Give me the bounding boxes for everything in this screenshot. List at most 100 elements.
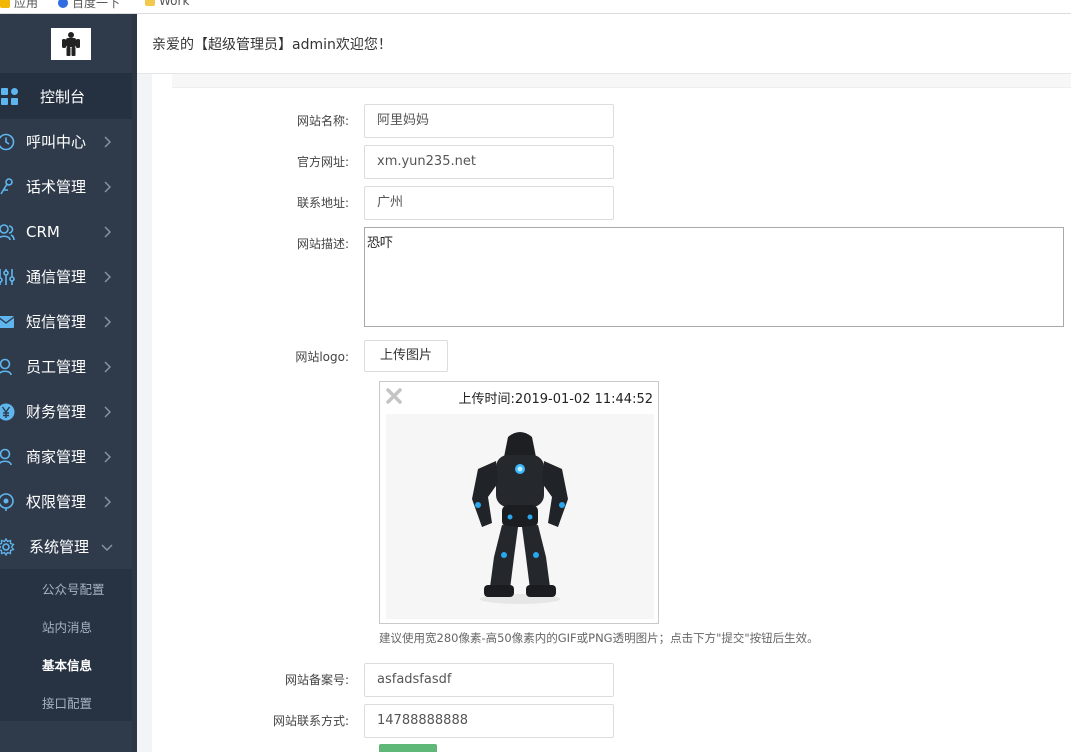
yen-icon (0, 402, 16, 422)
form-row-logo: 网站logo: 上传图片 (152, 340, 449, 374)
clock-icon (0, 132, 16, 152)
sidebar-item-label: 通信管理 (26, 268, 87, 286)
sidebar-item-label: 系统管理 (29, 538, 90, 556)
submenu-item-wechat-config[interactable]: 公众号配置 (0, 569, 137, 607)
site-logo[interactable] (50, 27, 91, 60)
submenu-item-label: 站内消息 (42, 619, 93, 635)
sidebar-item-label: 权限管理 (26, 493, 87, 511)
form-row-contact: 网站联系方式: 14788888888 (152, 704, 614, 738)
sidebar-item-staff[interactable]: 员工管理 (0, 344, 137, 389)
address-label: 联系地址: (296, 196, 349, 210)
sidebar-item-crm[interactable]: CRM (0, 209, 137, 254)
logo-hint-text: 建议使用宽280像素-高50像素内的GIF或PNG透明图片；点击下方"提交"按钮… (379, 631, 819, 645)
sidebar: 控制台 呼叫中心 话术管理 CRM 通信管理 短信管理 员工管理 财务管理 商家… (0, 14, 137, 752)
chevron-right-icon (104, 316, 111, 327)
content-topbar (172, 74, 1071, 88)
bookmark-work[interactable]: Work (145, 0, 189, 8)
apps-icon (0, 0, 10, 8)
sidebar-item-scripts[interactable]: 话术管理 (0, 164, 137, 209)
official-url-label: 官方网址: (296, 155, 349, 169)
robot-image-icon (472, 431, 568, 604)
sidebar-item-dashboard[interactable]: 控制台 (0, 74, 137, 119)
sidebar-item-call-center[interactable]: 呼叫中心 (0, 119, 137, 164)
bookmark-label: 应用 (14, 0, 39, 10)
sidebar-item-label: 话术管理 (26, 178, 87, 196)
upload-image-button[interactable]: 上传图片 (364, 340, 449, 372)
top-header: 亲爱的【超级管理员】admin欢迎您！ (137, 14, 1071, 74)
robot-logo-icon (61, 31, 80, 56)
chevron-right-icon (104, 496, 111, 507)
chevron-right-icon (104, 451, 111, 462)
sidebar-scrollbar[interactable] (132, 14, 137, 752)
sidebar-item-permissions[interactable]: 权限管理 (0, 479, 137, 524)
form-row-site-name: 网站名称: 阿里妈妈 (152, 104, 614, 138)
merchant-icon (0, 447, 16, 467)
contact-label: 网站联系方式: (272, 714, 349, 728)
envelope-icon (0, 312, 16, 332)
logo-label: 网站logo: (295, 350, 349, 364)
logo-preview-image (386, 414, 654, 619)
sidebar-item-label: 员工管理 (26, 358, 87, 376)
chevron-right-icon (104, 226, 111, 237)
official-url-input[interactable]: xm.yun235.net (364, 145, 614, 179)
sidebar-item-label: 商家管理 (26, 448, 87, 466)
submenu-item-basic-info[interactable]: 基本信息 (0, 645, 137, 683)
system-submenu: 公众号配置 站内消息 基本信息 接口配置 (0, 569, 137, 721)
dashboard-icon (0, 87, 20, 107)
site-name-input[interactable]: 阿里妈妈 (364, 104, 614, 138)
submenu-item-api-config[interactable]: 接口配置 (0, 683, 137, 721)
icp-input[interactable]: asfadsfasdf (364, 663, 614, 697)
user-icon (0, 357, 16, 377)
sidebar-nav: 控制台 呼叫中心 话术管理 CRM 通信管理 短信管理 员工管理 财务管理 商家… (0, 74, 137, 569)
logo-area (0, 14, 137, 74)
bookmark-apps[interactable]: 应用 (0, 0, 38, 11)
form-row-official-url: 官方网址: xm.yun235.net (152, 145, 614, 179)
description-textarea[interactable]: 恐吓 (364, 227, 1064, 327)
upload-time: 上传时间:2019-01-02 11:44:52 (458, 392, 653, 407)
chevron-right-icon (104, 136, 111, 147)
submit-button[interactable] (379, 744, 437, 752)
description-label: 网站描述: (296, 237, 349, 251)
sidebar-item-label: 呼叫中心 (26, 133, 87, 151)
welcome-text: 亲爱的【超级管理员】admin欢迎您！ (152, 36, 392, 53)
address-input[interactable]: 广州 (364, 186, 614, 220)
folder-icon (145, 0, 155, 6)
submenu-item-label: 接口配置 (42, 695, 93, 711)
baidu-icon (58, 0, 68, 8)
main-content: 网站名称: 阿里妈妈 官方网址: xm.yun235.net 联系地址: 广州 … (152, 74, 1071, 752)
submenu-item-site-messages[interactable]: 站内消息 (0, 607, 137, 645)
chevron-right-icon (104, 361, 111, 372)
contact-input[interactable]: 14788888888 (364, 704, 614, 738)
bookmark-label: Work (159, 0, 190, 8)
bookmark-baidu[interactable]: 百度一下 (58, 0, 120, 11)
sidebar-item-system[interactable]: 系统管理 (0, 524, 137, 569)
chevron-down-icon (101, 544, 113, 551)
script-icon (0, 177, 16, 197)
gear-icon (0, 537, 16, 557)
sidebar-item-label: 短信管理 (26, 313, 87, 331)
sidebar-item-communication[interactable]: 通信管理 (0, 254, 137, 299)
sidebar-item-sms[interactable]: 短信管理 (0, 299, 137, 344)
chevron-right-icon (104, 271, 111, 282)
bookmarks-bar: 应用 百度一下 Work (0, 0, 1071, 14)
chevron-right-icon (104, 406, 111, 417)
sidebar-item-finance[interactable]: 财务管理 (0, 389, 137, 434)
permission-icon (0, 492, 16, 512)
icp-label: 网站备案号: (284, 673, 349, 687)
submenu-item-label: 基本信息 (42, 657, 93, 673)
close-icon[interactable] (385, 387, 403, 405)
sidebar-item-label: CRM (26, 222, 60, 241)
chevron-right-icon (104, 181, 111, 192)
site-name-label: 网站名称: (296, 114, 349, 128)
bookmark-label: 百度一下 (72, 0, 121, 10)
sidebar-item-label: 控制台 (40, 88, 86, 106)
logo-preview-box: 上传时间:2019-01-02 11:44:52 (379, 381, 659, 624)
users-icon (0, 222, 16, 242)
form-row-description: 网站描述: 恐吓 (152, 227, 1064, 327)
form-row-address: 联系地址: 广州 (152, 186, 614, 220)
sliders-icon (0, 267, 16, 287)
form-row-icp: 网站备案号: asfadsfasdf (152, 663, 614, 697)
sidebar-item-label: 财务管理 (26, 403, 87, 421)
submenu-item-label: 公众号配置 (42, 581, 105, 597)
sidebar-item-merchants[interactable]: 商家管理 (0, 434, 137, 479)
